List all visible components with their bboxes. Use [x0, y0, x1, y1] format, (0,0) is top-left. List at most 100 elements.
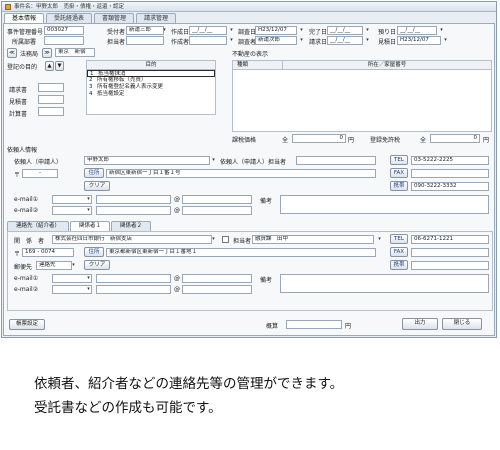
next-office-button[interactable]: ≫ [42, 48, 52, 58]
dept-field[interactable] [44, 36, 84, 45]
survey-date-field[interactable]: H23/12/07 [255, 26, 297, 35]
claim-date-field[interactable]: __/__/__ [327, 36, 363, 45]
request-field[interactable] [38, 83, 64, 92]
party-tel-button[interactable]: TEL [390, 234, 408, 244]
chevron-down-icon[interactable]: ▾ [210, 157, 217, 164]
summary-field[interactable] [286, 320, 342, 329]
email2-user[interactable] [96, 206, 171, 215]
clear-button[interactable]: クリア [84, 181, 110, 191]
party-zip-field[interactable]: 169 - 0074 [22, 248, 74, 257]
manager-field[interactable] [126, 36, 164, 45]
chevron-down-icon[interactable]: ▾ [70, 262, 77, 269]
creator-field[interactable] [189, 36, 227, 45]
party-fax-button[interactable]: FAX [390, 247, 408, 257]
email2-label: e-mail② [14, 207, 39, 214]
property-table[interactable]: 種類 所在／家屋番号 [232, 60, 492, 132]
tab-party-2[interactable]: 関係者２ [111, 221, 152, 231]
chevron-down-icon[interactable]: ▾ [161, 27, 168, 34]
party-address-button[interactable]: 住所 [84, 247, 104, 257]
output-button[interactable]: 出力 [402, 318, 438, 330]
party-note-field[interactable] [280, 274, 489, 293]
party-email2-domain[interactable] [182, 285, 252, 294]
office-field[interactable]: 東京 新宿 [55, 48, 95, 57]
party-fax-field[interactable] [411, 248, 489, 257]
request-label: 請求書 [9, 87, 28, 94]
requester-name-field[interactable]: 甲野太郎 [84, 156, 210, 165]
address-field[interactable]: 新宿区東新宿一丁目１番１号 [106, 169, 376, 178]
move-up-button[interactable]: ▲ [45, 61, 54, 71]
mobile-field[interactable]: 090-3222-3332 [411, 182, 489, 191]
case-no-label: 事件管理番号 [7, 29, 44, 36]
chevron-down-icon[interactable]: ▾ [298, 37, 305, 44]
tel-field[interactable]: 03-5222-2225 [411, 156, 489, 165]
tax-total-label: 全 [282, 137, 289, 144]
party-contact-field[interactable]: 融資課 田中 [252, 235, 374, 244]
prev-office-button[interactable]: ≪ [7, 48, 17, 58]
chevron-down-icon[interactable]: ▾ [85, 275, 92, 282]
party-email1-user[interactable] [96, 274, 171, 283]
chevron-down-icon[interactable]: ▾ [85, 286, 92, 293]
chevron-down-icon[interactable]: ▾ [85, 196, 92, 203]
sendto-field[interactable]: 連絡先 [36, 261, 72, 270]
party-tel-field[interactable]: 06-6271-1221 [411, 235, 489, 244]
purpose-list[interactable]: 目的 1 抵当権抹消 2 所有権移転（売買） 3 所有権登記名義人表示変更 4 抵当権設… [86, 60, 216, 115]
tel-button[interactable]: TEL [390, 155, 408, 165]
address-button[interactable]: 住所 [84, 168, 104, 178]
complete-field[interactable]: __/__/__ [327, 26, 363, 35]
zip-label: 〒 [14, 172, 21, 179]
deposit-field[interactable]: __/__/__ [397, 26, 437, 35]
estimate-date-field[interactable]: H23/12/07 [397, 36, 441, 45]
summary-unit: 円 [345, 323, 352, 330]
party-field[interactable]: 株式会社四日市銀行 新宿支店 [52, 235, 212, 244]
chevron-down-icon[interactable]: ▾ [298, 27, 305, 34]
mobile-button[interactable]: 携帯 [390, 181, 408, 191]
zip-field[interactable]: - [22, 169, 58, 178]
chevron-down-icon[interactable]: ▾ [228, 27, 235, 34]
tab-party-1[interactable]: 関係者１ [70, 221, 111, 231]
requester-contact-label: 依頼人（申請人）担当者 [220, 159, 287, 166]
party-mobile-field[interactable] [411, 261, 489, 270]
receiver-label: 受付者 [107, 29, 126, 36]
chevron-down-icon[interactable]: ▾ [442, 37, 449, 44]
party-note-label: 備考 [260, 277, 273, 284]
receiver-field[interactable]: 新運三郎 [126, 26, 164, 35]
purpose-item[interactable]: 1 抵当権抹消 [87, 70, 215, 77]
estimate-doc-field[interactable] [38, 95, 64, 104]
party-mobile-button[interactable]: 携帯 [390, 260, 408, 270]
party-checkbox[interactable] [222, 236, 229, 243]
close-button[interactable]: 閉じる [442, 318, 482, 330]
chevron-down-icon[interactable]: ▾ [210, 236, 217, 243]
chevron-down-icon[interactable]: ▾ [376, 236, 383, 243]
tax-field[interactable]: 0 [292, 134, 346, 143]
move-down-button[interactable]: ▼ [55, 61, 64, 71]
requester-contact-field[interactable] [296, 156, 376, 165]
email1-user[interactable] [96, 195, 171, 204]
party-address-field[interactable]: 東京都新宿区東新宿一丁目１番地１ [106, 248, 376, 257]
tab-referrer[interactable]: 連絡先（紹介者） [7, 221, 70, 231]
report-settings-button[interactable]: 帳票設定 [9, 319, 45, 330]
purpose-item[interactable]: 4 抵当権設定 [87, 91, 215, 98]
fax-button[interactable]: FAX [390, 168, 408, 178]
purpose-item[interactable]: 3 所有権登記名義人表示変更 [87, 84, 215, 91]
chevron-down-icon[interactable]: ▾ [438, 27, 445, 34]
created-field[interactable]: __/__/__ [189, 26, 227, 35]
party-email2-user[interactable] [96, 285, 171, 294]
note-field[interactable] [280, 195, 489, 214]
chevron-down-icon[interactable]: ▾ [364, 37, 371, 44]
chevron-down-icon[interactable]: ▾ [85, 207, 92, 214]
purpose-item[interactable]: 2 所有権移転（売買） [87, 77, 215, 84]
case-no-field[interactable]: 003027 [44, 26, 84, 35]
requester-section-label: 依頼人情報 [7, 147, 38, 154]
email2-domain[interactable] [182, 206, 252, 215]
surveyor-field[interactable]: 新運次郎 [255, 36, 297, 45]
fax-field[interactable] [411, 169, 489, 178]
party-clear-button[interactable]: クリア [84, 260, 110, 270]
party-email1-domain[interactable] [182, 274, 252, 283]
email1-domain[interactable] [182, 195, 252, 204]
chevron-down-icon[interactable]: ▾ [364, 27, 371, 34]
estimate-doc-label: 見積書 [9, 99, 28, 106]
calc-label: 計算書 [9, 111, 28, 118]
chevron-down-icon[interactable]: ▾ [228, 37, 235, 44]
calc-field[interactable] [38, 107, 64, 116]
license-field[interactable]: 0 [430, 134, 480, 143]
